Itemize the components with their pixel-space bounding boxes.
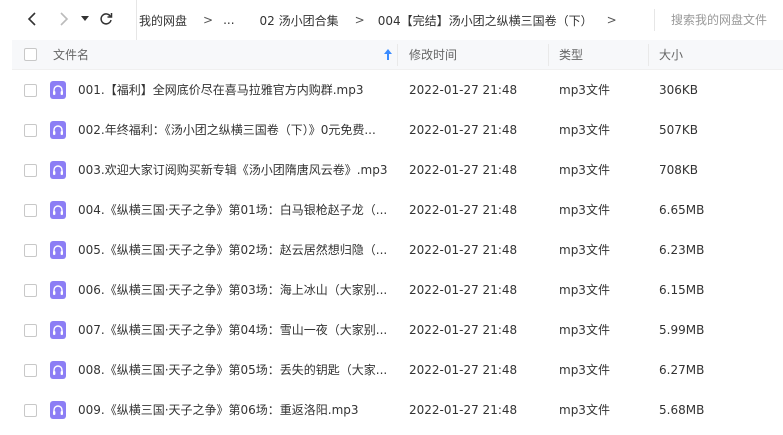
- file-size: 6.65MB: [659, 203, 705, 217]
- refresh-icon: [100, 13, 113, 25]
- file-size: 6.15MB: [659, 283, 705, 297]
- breadcrumb-current: 004【完结】汤小团之纵横三国卷（下）: [377, 13, 593, 28]
- file-name[interactable]: 004.《纵横三国·天子之争》第01场：白马银枪赵子龙（...: [78, 190, 388, 230]
- file-size: 5.99MB: [659, 323, 705, 337]
- file-row[interactable]: 006.《纵横三国·天子之争》第03场：海上冰山（大家别... 2022-01-…: [0, 270, 783, 310]
- search-input[interactable]: 搜索我的网盘文件: [654, 9, 783, 31]
- file-type: mp3文件: [559, 123, 610, 137]
- file-size: 507KB: [659, 123, 699, 137]
- file-modified-time: 2022-01-27 21:48: [409, 403, 518, 417]
- file-modified-time: 2022-01-27 21:48: [409, 243, 518, 257]
- column-header-name[interactable]: 文件名: [53, 40, 89, 70]
- file-modified-time: 2022-01-27 21:48: [409, 83, 518, 97]
- headphones-icon: [50, 401, 66, 419]
- file-row[interactable]: 007.《纵横三国·天子之争》第04场：雪山一夜（大家别... 2022-01-…: [0, 310, 783, 350]
- row-checkbox[interactable]: [24, 404, 37, 417]
- file-name[interactable]: 009.《纵横三国·天子之争》第06场：重返洛阳.mp3: [78, 390, 388, 430]
- headphones-icon: [50, 121, 66, 139]
- headphones-icon: [50, 161, 66, 179]
- column-divider[interactable]: [397, 44, 398, 66]
- caret-down-icon: [81, 16, 89, 21]
- breadcrumb-separator: >: [606, 13, 617, 27]
- row-checkbox[interactable]: [24, 164, 37, 177]
- file-type: mp3文件: [559, 283, 610, 297]
- file-modified-time: 2022-01-27 21:48: [409, 323, 518, 337]
- headphones-icon: [50, 201, 66, 219]
- row-checkbox[interactable]: [24, 284, 37, 297]
- breadcrumb-parent[interactable]: 02 汤小团合集: [260, 12, 339, 29]
- file-row[interactable]: 005.《纵横三国·天子之争》第02场：赵云居然想归隐（... 2022-01-…: [0, 230, 783, 270]
- file-row[interactable]: 002.年终福利：《汤小团之纵横三国卷（下）》0元免费... 2022-01-2…: [0, 110, 783, 150]
- chevron-right-icon: [60, 12, 69, 26]
- file-row[interactable]: 008.《纵横三国·天子之争》第05场：丢失的钥匙（大家... 2022-01-…: [0, 350, 783, 390]
- refresh-button[interactable]: [95, 8, 117, 30]
- column-header-type[interactable]: 类型: [559, 40, 583, 70]
- breadcrumb-separator: >: [203, 13, 214, 27]
- file-type: mp3文件: [559, 403, 610, 417]
- headphones-icon: [50, 321, 66, 339]
- toolbar: 我的网盘 > ... 02 汤小团合集 > 004【完结】汤小团之纵横三国卷（下…: [0, 0, 783, 40]
- file-row[interactable]: 009.《纵横三国·天子之争》第06场：重返洛阳.mp3 2022-01-27 …: [0, 390, 783, 430]
- breadcrumb: 我的网盘 > ... 02 汤小团合集 > 004【完结】汤小团之纵横三国卷（下…: [136, 0, 630, 40]
- file-size: 6.23MB: [659, 243, 705, 257]
- column-header-size[interactable]: 大小: [659, 40, 683, 70]
- file-modified-time: 2022-01-27 21:48: [409, 363, 518, 377]
- file-size: 708KB: [659, 163, 699, 177]
- file-modified-time: 2022-01-27 21:48: [409, 283, 518, 297]
- file-name[interactable]: 005.《纵横三国·天子之争》第02场：赵云居然想归隐（...: [78, 230, 388, 270]
- file-name[interactable]: 008.《纵横三国·天子之争》第05场：丢失的钥匙（大家...: [78, 350, 388, 390]
- file-list-header: 文件名 修改时间 类型 大小: [12, 40, 783, 70]
- forward-button[interactable]: [52, 8, 74, 30]
- file-row[interactable]: 001.【福利】全网底价尽在喜马拉雅官方内购群.mp3 2022-01-27 2…: [0, 70, 783, 110]
- headphones-icon: [50, 81, 66, 99]
- file-size: 306KB: [659, 83, 699, 97]
- file-type: mp3文件: [559, 323, 610, 337]
- file-row[interactable]: 003.欢迎大家订阅购买新专辑《汤小团隋唐风云卷》.mp3 2022-01-27…: [0, 150, 783, 190]
- row-checkbox[interactable]: [24, 324, 37, 337]
- select-all-checkbox[interactable]: [24, 48, 37, 61]
- headphones-icon: [50, 241, 66, 259]
- row-checkbox[interactable]: [24, 244, 37, 257]
- file-size: 5.68MB: [659, 403, 705, 417]
- headphones-icon: [50, 361, 66, 379]
- file-name[interactable]: 001.【福利】全网底价尽在喜马拉雅官方内购群.mp3: [78, 70, 388, 110]
- breadcrumb-separator: >: [354, 13, 365, 27]
- headphones-icon: [50, 281, 66, 299]
- file-row[interactable]: 004.《纵横三国·天子之争》第01场：白马银枪赵子龙（... 2022-01-…: [0, 190, 783, 230]
- history-dropdown-button[interactable]: [76, 8, 94, 30]
- file-name[interactable]: 006.《纵横三国·天子之争》第03场：海上冰山（大家别...: [78, 270, 388, 310]
- file-type: mp3文件: [559, 163, 610, 177]
- breadcrumb-ellipsis[interactable]: ...: [223, 13, 234, 27]
- row-checkbox[interactable]: [24, 84, 37, 97]
- breadcrumb-root[interactable]: 我的网盘: [139, 12, 187, 29]
- file-size: 6.27MB: [659, 363, 705, 377]
- file-type: mp3文件: [559, 203, 610, 217]
- file-modified-time: 2022-01-27 21:48: [409, 123, 518, 137]
- file-name[interactable]: 007.《纵横三国·天子之争》第04场：雪山一夜（大家别...: [78, 310, 388, 350]
- file-modified-time: 2022-01-27 21:48: [409, 163, 518, 177]
- file-type: mp3文件: [559, 83, 610, 97]
- file-type: mp3文件: [559, 243, 610, 257]
- column-divider[interactable]: [548, 44, 549, 66]
- column-divider[interactable]: [648, 44, 649, 66]
- row-checkbox[interactable]: [24, 364, 37, 377]
- file-modified-time: 2022-01-27 21:48: [409, 203, 518, 217]
- file-name[interactable]: 003.欢迎大家订阅购买新专辑《汤小团隋唐风云卷》.mp3: [78, 150, 388, 190]
- column-header-time[interactable]: 修改时间: [409, 40, 457, 70]
- file-type: mp3文件: [559, 363, 610, 377]
- back-button[interactable]: [22, 8, 44, 30]
- row-checkbox[interactable]: [24, 124, 37, 137]
- arrow-up-icon[interactable]: [384, 49, 392, 60]
- file-name[interactable]: 002.年终福利：《汤小团之纵横三国卷（下）》0元免费...: [78, 110, 388, 150]
- chevron-left-icon: [27, 12, 36, 26]
- row-checkbox[interactable]: [24, 204, 37, 217]
